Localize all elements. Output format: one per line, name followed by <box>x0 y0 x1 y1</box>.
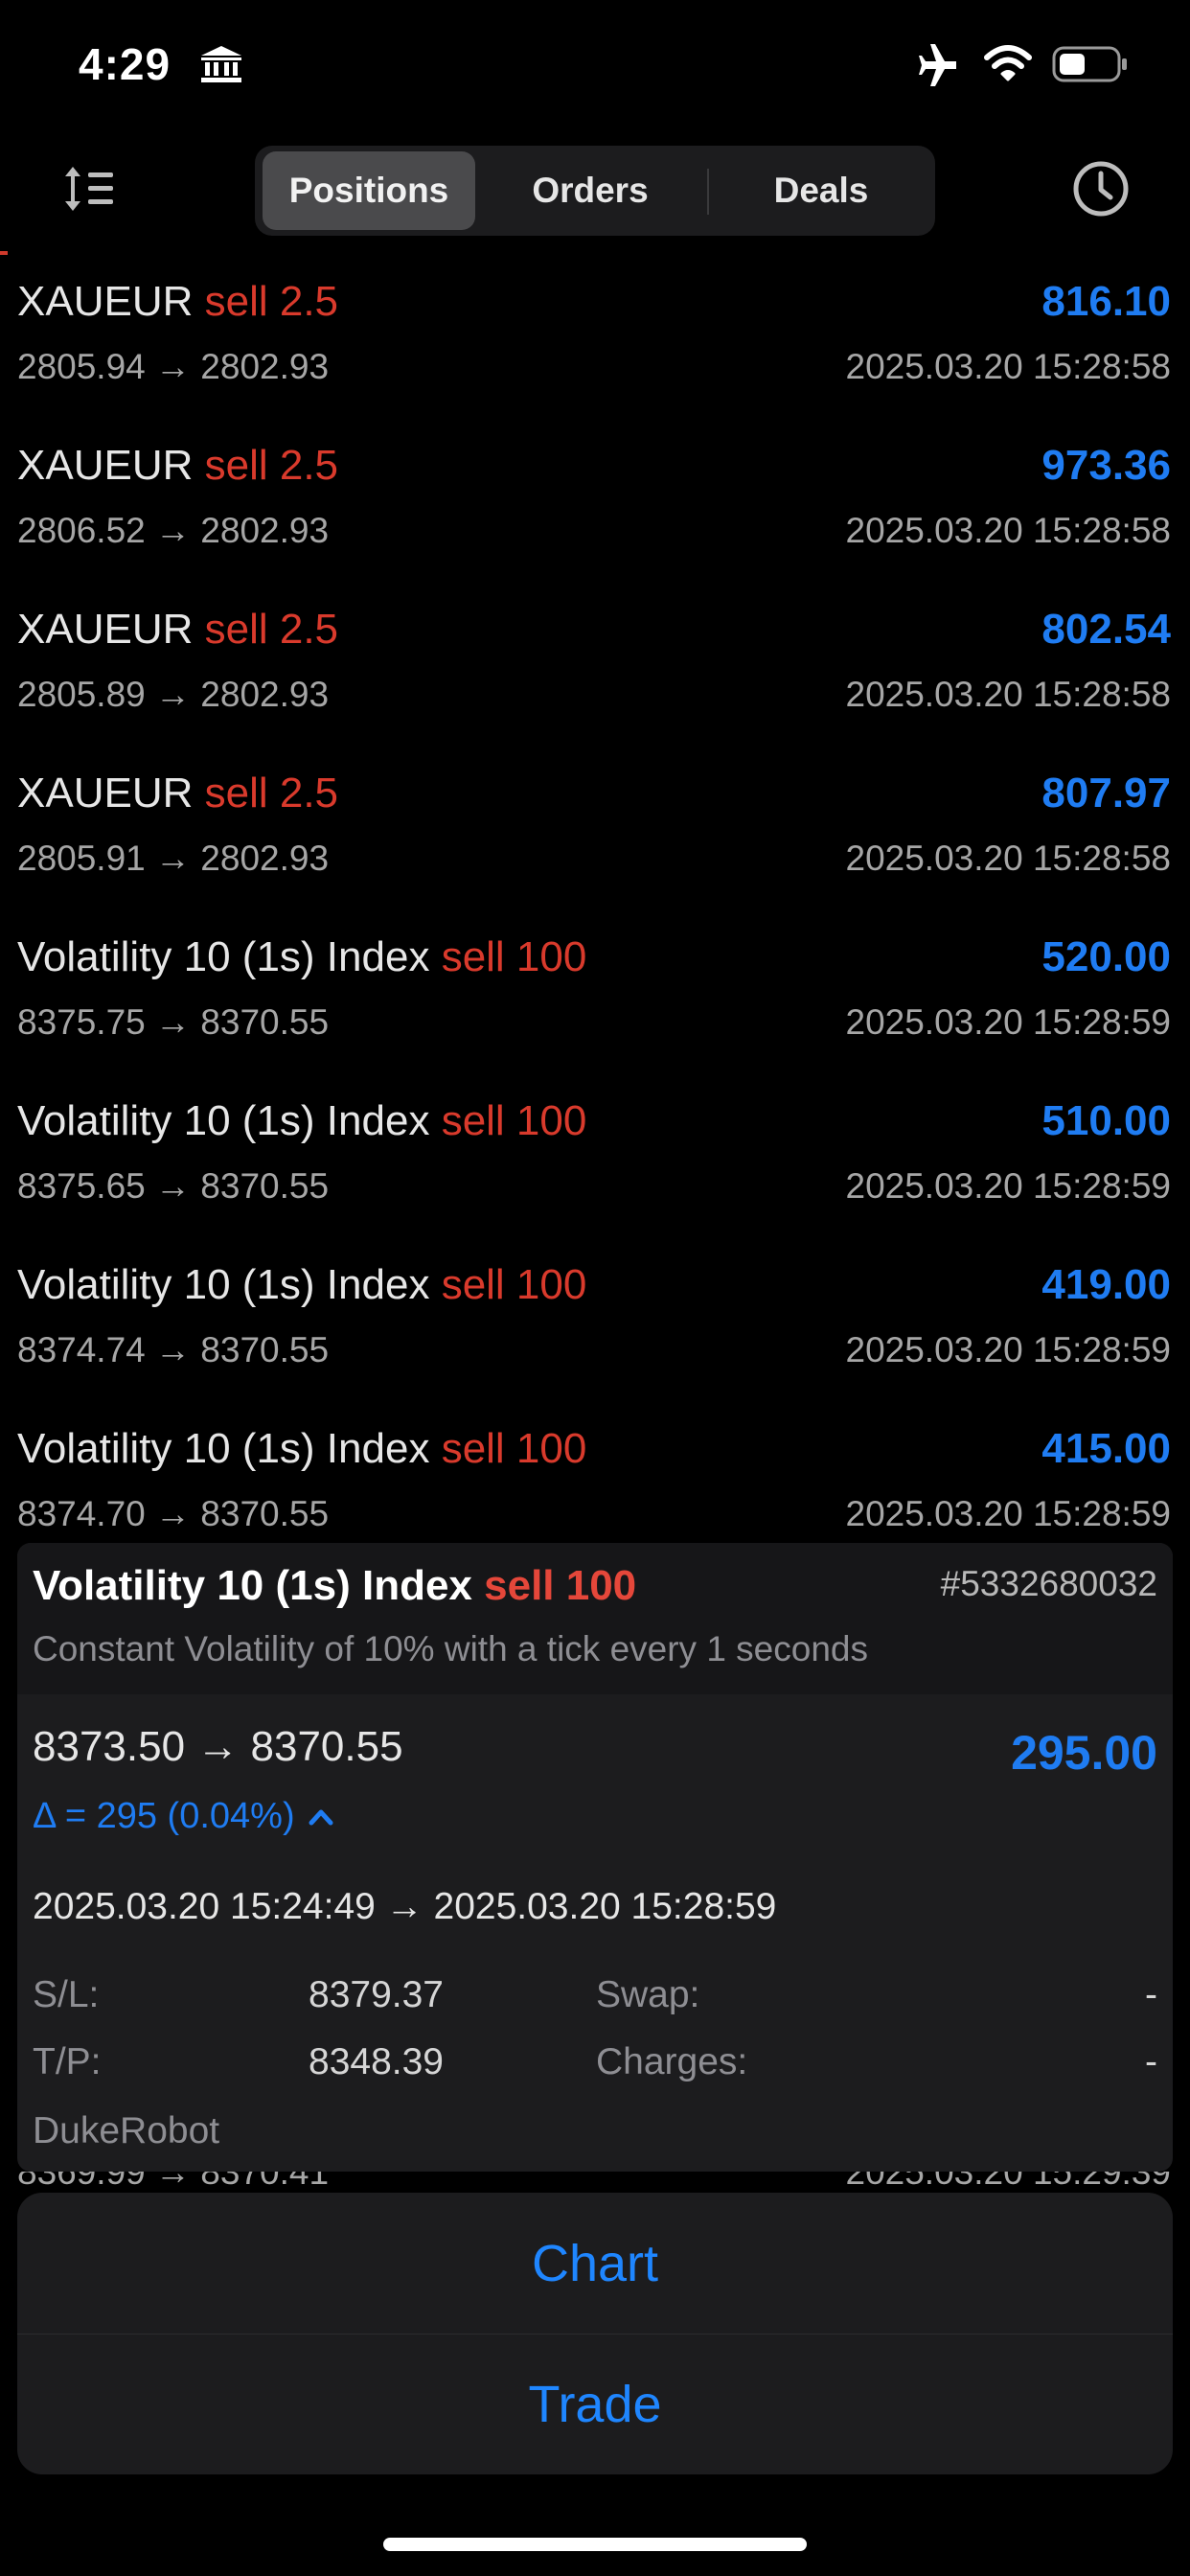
position-time: 2025.03.20 15:28:59 <box>845 1330 1172 1369</box>
position-row[interactable]: Volatility 10 (1s) Index sell 100 510.00… <box>0 1088 1190 1252</box>
position-side: sell 100 <box>441 1097 587 1144</box>
position-row[interactable]: Volatility 10 (1s) Index sell 100 520.00… <box>0 924 1190 1088</box>
position-side: sell 2.5 <box>204 278 339 325</box>
position-side: sell 2.5 <box>204 770 339 816</box>
list-item-peek: 8369.99 → 8370.41 2025.03.20 15:29:39 <box>0 2172 1190 2193</box>
position-row[interactable]: XAUEUR sell 2.5 816.10 2805.94 → 2802.93… <box>0 268 1190 432</box>
tp-label: T/P: <box>33 2041 102 2082</box>
position-symbol: Volatility 10 (1s) Index <box>17 1097 430 1144</box>
tp-value: 8348.39 <box>309 2041 444 2082</box>
position-prices: 2805.94 → 2802.93 <box>17 347 330 386</box>
detail-ticket: #5332680032 <box>940 1564 1157 1603</box>
battery-icon <box>1052 46 1127 82</box>
position-symbol: XAUEUR <box>17 278 194 325</box>
detail-side: sell 100 <box>484 1562 637 1609</box>
tab-bar: Positions Orders Deals <box>255 146 935 236</box>
position-time: 2025.03.20 15:28:58 <box>845 347 1172 386</box>
position-profit: 415.00 <box>1041 1425 1171 1472</box>
position-row[interactable]: XAUEUR sell 2.5 973.36 2806.52 → 2802.93… <box>0 432 1190 596</box>
trade-button[interactable]: Trade <box>17 2334 1173 2474</box>
position-symbol: XAUEUR <box>17 442 194 489</box>
position-prices: 8374.70 → 8370.55 <box>17 1494 330 1533</box>
position-time: 2025.03.20 15:28:59 <box>845 1166 1172 1206</box>
position-symbol: Volatility 10 (1s) Index <box>17 1425 430 1472</box>
position-profit: 816.10 <box>1041 278 1171 325</box>
position-row[interactable]: Volatility 10 (1s) Index sell 100 419.00… <box>0 1252 1190 1415</box>
detail-description: Constant Volatility of 10% with a tick e… <box>33 1629 868 1668</box>
airplane-icon <box>919 44 956 86</box>
detail-symbol: Volatility 10 (1s) Index <box>33 1562 472 1609</box>
peek-prices: 8369.99 → 8370.41 <box>17 2172 330 2192</box>
position-prices: 8374.74 → 8370.55 <box>17 1330 330 1369</box>
position-prices: 2806.52 → 2802.93 <box>17 511 330 550</box>
chevron-up-icon <box>309 1809 333 1825</box>
position-profit: 973.36 <box>1041 442 1171 489</box>
action-sheet: Chart Trade <box>17 2193 1173 2474</box>
tab-divider <box>707 169 709 215</box>
divider-marker <box>0 251 8 255</box>
position-symbol: XAUEUR <box>17 606 194 653</box>
detail-delta-toggle[interactable]: Δ = 295 (0.04%) <box>33 1796 333 1837</box>
home-indicator[interactable] <box>383 2538 807 2551</box>
position-symbol: Volatility 10 (1s) Index <box>17 933 430 980</box>
detail-prices: 8373.50 → 8370.55 <box>33 1723 403 1770</box>
sl-label: S/L: <box>33 1974 100 2015</box>
sort-icon[interactable] <box>61 161 117 217</box>
status-time: 4:29 <box>79 39 172 89</box>
position-row[interactable]: XAUEUR sell 2.5 802.54 2805.89 → 2802.93… <box>0 596 1190 760</box>
position-profit: 510.00 <box>1041 1097 1171 1144</box>
position-prices: 2805.89 → 2802.93 <box>17 675 330 714</box>
position-detail-card[interactable]: Volatility 10 (1s) Index sell 100 #53326… <box>17 1543 1173 2172</box>
position-profit: 419.00 <box>1041 1261 1171 1308</box>
history-clock-icon[interactable] <box>1071 159 1131 218</box>
position-time: 2025.03.20 15:28:58 <box>845 511 1172 550</box>
detail-comment: DukeRobot <box>33 2110 220 2151</box>
tab-orders[interactable]: Orders <box>485 151 696 230</box>
position-row[interactable]: XAUEUR sell 2.5 807.97 2805.91 → 2802.93… <box>0 760 1190 924</box>
detail-delta: Δ = 295 (0.04%) <box>33 1796 295 1836</box>
position-symbol: Volatility 10 (1s) Index <box>17 1261 430 1308</box>
position-time: 2025.03.20 15:28:58 <box>845 675 1172 714</box>
charges-value: - <box>1145 2041 1157 2082</box>
position-prices: 8375.75 → 8370.55 <box>17 1002 330 1042</box>
charges-label: Charges: <box>596 2041 748 2082</box>
tab-deals[interactable]: Deals <box>715 151 927 230</box>
position-profit: 802.54 <box>1041 606 1171 653</box>
sl-value: 8379.37 <box>309 1974 444 2015</box>
wifi-icon <box>984 45 1032 81</box>
position-side: sell 100 <box>441 933 587 980</box>
position-time: 2025.03.20 15:28:58 <box>845 839 1172 878</box>
position-profit: 520.00 <box>1041 933 1171 980</box>
position-side: sell 100 <box>441 1425 587 1472</box>
position-side: sell 2.5 <box>204 606 339 653</box>
detail-profit: 295.00 <box>1011 1726 1157 1780</box>
position-side: sell 100 <box>441 1261 587 1308</box>
position-symbol: XAUEUR <box>17 770 194 816</box>
peek-time: 2025.03.20 15:29:39 <box>845 2172 1172 2192</box>
swap-label: Swap: <box>596 1974 700 2015</box>
tab-positions[interactable]: Positions <box>263 151 475 230</box>
position-side: sell 2.5 <box>204 442 339 489</box>
chart-button[interactable]: Chart <box>17 2193 1173 2334</box>
position-prices: 2805.91 → 2802.93 <box>17 839 330 878</box>
position-time: 2025.03.20 15:28:59 <box>845 1494 1172 1533</box>
detail-header: Volatility 10 (1s) Index sell 100 #53326… <box>17 1543 1173 1694</box>
swap-value: - <box>1145 1974 1157 2015</box>
position-profit: 807.97 <box>1041 770 1171 816</box>
bank-icon <box>201 46 241 82</box>
detail-times: 2025.03.20 15:24:49 → 2025.03.20 15:28:5… <box>33 1886 777 1927</box>
status-bar: 4:29 <box>0 0 1190 134</box>
position-time: 2025.03.20 15:28:59 <box>845 1002 1172 1042</box>
position-prices: 8375.65 → 8370.55 <box>17 1166 330 1206</box>
